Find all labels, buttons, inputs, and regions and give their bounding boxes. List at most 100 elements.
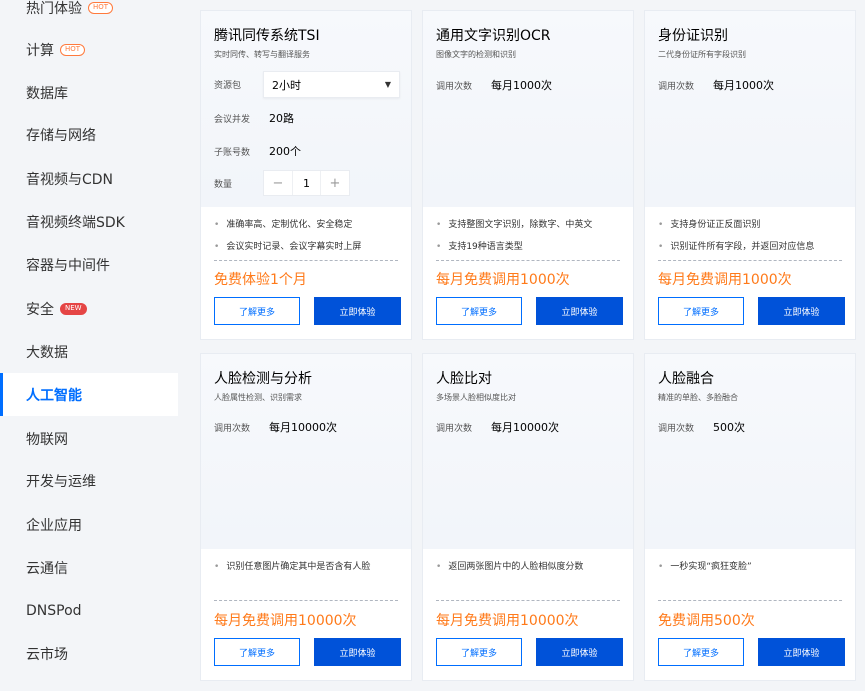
- divider: [658, 260, 842, 261]
- resource-select[interactable]: 2小时 ▼: [263, 71, 400, 98]
- feature-item: • 支持身份证正反面识别: [658, 220, 761, 230]
- card-feature-area: • 识别任意图片确定其中是否含有人脸 每月免费调用10000次 了解更多 立即体验: [201, 549, 411, 680]
- learn-more-button[interactable]: 了解更多: [658, 297, 744, 325]
- product-card-ocr: 通用文字识别OCR 图像文字的检测和识别 调用次数 每月1000次 • 支持整图文…: [423, 11, 633, 339]
- card-feature-area: • 返回两张图片中的人脸相似度分数 每月免费调用10000次 了解更多 立即体验: [423, 549, 633, 680]
- spec-value: 每月10000次: [491, 421, 559, 434]
- price-text: 每月免费调用10000次: [436, 613, 579, 629]
- sidebar-item-dnspod[interactable]: DNSPod: [0, 589, 178, 632]
- spec-calls: 调用次数 每月10000次: [436, 419, 559, 435]
- sidebar-item-label: 云通信: [26, 560, 68, 577]
- sidebar-item-label: 热门体验: [26, 0, 82, 17]
- try-now-button[interactable]: 立即体验: [314, 297, 401, 325]
- spec-calls: 调用次数 每月1000次: [658, 77, 774, 93]
- feature-item: • 识别证件所有字段，并返回对应信息: [658, 242, 815, 252]
- sidebar-item-hot-experience[interactable]: 热门体验 HOT: [0, 0, 178, 29]
- card-title: 人脸融合: [658, 371, 714, 387]
- spec-label: 会议并发: [214, 114, 251, 125]
- price-text: 每月免费调用1000次: [436, 272, 570, 288]
- sidebar-item-ai[interactable]: 人工智能: [0, 373, 178, 416]
- learn-more-button[interactable]: 了解更多: [214, 638, 300, 666]
- new-badge: NEW: [60, 302, 87, 315]
- divider: [436, 600, 620, 601]
- spec-label: 调用次数: [214, 423, 251, 434]
- sidebar-item-label: 计算: [26, 42, 54, 59]
- sidebar-item-av-cdn[interactable]: 音视频与CDN: [0, 157, 178, 200]
- sidebar-item-label: 数据库: [26, 85, 68, 102]
- sidebar-item-storage-network[interactable]: 存储与网络: [0, 113, 178, 156]
- sidebar-item-database[interactable]: 数据库: [0, 71, 178, 114]
- spec-label: 调用次数: [658, 423, 695, 434]
- price-text: 每月免费调用10000次: [214, 613, 357, 629]
- card-title: 身份证识别: [658, 28, 728, 44]
- sidebar-item-label: 云市场: [26, 646, 68, 663]
- feature-item: • 返回两张图片中的人脸相似度分数: [436, 562, 584, 572]
- sidebar-item-marketplace[interactable]: 云市场: [0, 632, 178, 675]
- sidebar-item-iot[interactable]: 物联网: [0, 417, 178, 460]
- spec-calls: 调用次数 500次: [658, 419, 745, 435]
- sidebar-item-label: 物联网: [26, 431, 68, 448]
- product-card-face-compare: 人脸比对 多场景人脸相似度比对 调用次数 每月10000次 • 返回两张图片中的人…: [423, 354, 633, 680]
- spec-label: 调用次数: [658, 81, 695, 92]
- product-card-face-detection: 人脸检测与分析 人脸属性检测、识别需求 调用次数 每月10000次 • 识别任意图…: [201, 354, 411, 680]
- sidebar-item-av-sdk[interactable]: 音视频终端SDK: [0, 200, 178, 243]
- sidebar: 热门体验 HOT 计算 HOT 数据库 存储与网络 音视频与CDN 音视频终端S…: [0, 0, 178, 691]
- try-now-button[interactable]: 立即体验: [536, 638, 623, 666]
- spec-quantity: 数量 − 1 +: [214, 170, 350, 196]
- divider: [214, 260, 398, 261]
- decrement-button[interactable]: −: [264, 171, 292, 195]
- select-value: 2小时: [272, 78, 301, 92]
- sidebar-item-devops[interactable]: 开发与运维: [0, 459, 178, 502]
- sidebar-item-label: 音视频终端SDK: [26, 214, 125, 231]
- feature-item: • 会议实时记录、会议字幕实时上屏: [214, 242, 362, 252]
- sidebar-item-security[interactable]: 安全 NEW: [0, 287, 178, 330]
- card-title: 通用文字识别OCR: [436, 28, 551, 44]
- price-text: 免费体验1个月: [214, 272, 307, 288]
- product-card-face-fusion: 人脸融合 精准的单脸、多脸融合 调用次数 500次 • 一秒实现“疯狂变脸” 免费…: [645, 354, 855, 680]
- increment-button[interactable]: +: [321, 171, 349, 195]
- learn-more-button[interactable]: 了解更多: [214, 297, 300, 325]
- sidebar-item-compute[interactable]: 计算 HOT: [0, 28, 178, 71]
- try-now-button[interactable]: 立即体验: [758, 297, 845, 325]
- card-feature-area: • 一秒实现“疯狂变脸” 免费调用500次 了解更多 立即体验: [645, 549, 855, 680]
- card-subtitle: 图像文字的检测和识别: [436, 50, 516, 59]
- price-text: 免费调用500次: [658, 613, 755, 629]
- spec-calls: 调用次数 每月10000次: [214, 419, 337, 435]
- card-title: 人脸检测与分析: [214, 371, 312, 387]
- spec-concurrency: 会议并发 20路: [214, 110, 294, 126]
- card-subtitle: 人脸属性检测、识别需求: [214, 393, 302, 402]
- card-title: 腾讯同传系统TSI: [214, 28, 320, 44]
- spec-calls: 调用次数 每月1000次: [436, 77, 552, 93]
- card-subtitle: 多场景人脸相似度比对: [436, 393, 516, 402]
- learn-more-button[interactable]: 了解更多: [436, 297, 522, 325]
- spec-value: 200个: [269, 145, 301, 158]
- card-feature-area: • 支持身份证正反面识别 • 识别证件所有字段，并返回对应信息 每月免费调用1000…: [645, 207, 855, 339]
- sidebar-item-label: 音视频与CDN: [26, 171, 114, 188]
- try-now-button[interactable]: 立即体验: [758, 638, 845, 666]
- card-feature-area: • 准确率高、定制优化、安全稳定 • 会议实时记录、会议字幕实时上屏 免费体验1个月…: [201, 207, 411, 339]
- try-now-button[interactable]: 立即体验: [314, 638, 401, 666]
- card-subtitle: 实时同传、转写与翻译服务: [214, 50, 310, 59]
- sidebar-item-container-middleware[interactable]: 容器与中间件: [0, 243, 178, 286]
- learn-more-button[interactable]: 了解更多: [436, 638, 522, 666]
- sidebar-item-enterprise[interactable]: 企业应用: [0, 503, 178, 546]
- chevron-down-icon: ▼: [384, 80, 391, 89]
- feature-item: • 一秒实现“疯狂变脸”: [658, 562, 752, 572]
- spec-accounts: 子账号数 200个: [214, 143, 301, 159]
- product-card-id-card: 身份证识别 二代身份证所有字段识别 调用次数 每月1000次 • 支持身份证正反面…: [645, 11, 855, 339]
- card-feature-area: • 支持整图文字识别，除数字、中英文 • 支持19种语言类型 每月免费调用1000次…: [423, 207, 633, 339]
- price-text: 每月免费调用1000次: [658, 272, 792, 288]
- spec-value: 每月10000次: [269, 421, 337, 434]
- try-now-button[interactable]: 立即体验: [536, 297, 623, 325]
- sidebar-item-big-data[interactable]: 大数据: [0, 330, 178, 373]
- feature-item: • 识别任意图片确定其中是否含有人脸: [214, 562, 371, 572]
- sidebar-item-label: 开发与运维: [26, 473, 96, 490]
- sidebar-item-cloud-comm[interactable]: 云通信: [0, 546, 178, 589]
- sidebar-item-label: 企业应用: [26, 517, 82, 534]
- card-title: 人脸比对: [436, 371, 492, 387]
- spec-label: 子账号数: [214, 147, 251, 158]
- card-subtitle: 二代身份证所有字段识别: [658, 50, 746, 59]
- learn-more-button[interactable]: 了解更多: [658, 638, 744, 666]
- spec-label: 数量: [214, 179, 233, 190]
- spec-label: 调用次数: [436, 81, 473, 92]
